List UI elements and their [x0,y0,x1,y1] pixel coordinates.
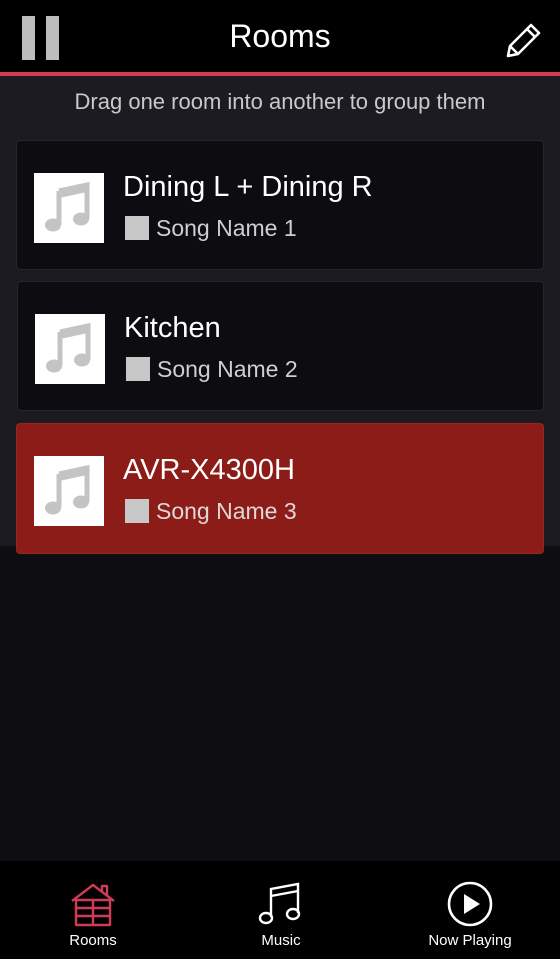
pencil-icon [506,23,541,58]
header-bar: Rooms [0,0,560,72]
room-card[interactable]: Dining L + Dining R Song Name 1 [16,140,544,270]
nav-label: Rooms [69,932,117,949]
song-name: Song Name 2 [157,356,298,382]
album-art [34,456,104,526]
stop-icon[interactable] [126,357,150,381]
stop-icon[interactable] [125,216,149,240]
room-name: AVR-X4300H [123,454,295,486]
room-card-selected[interactable]: AVR-X4300H Song Name 3 [16,423,544,554]
bottom-nav: Rooms Music Now Playing [0,861,560,959]
song-name: Song Name 3 [156,498,297,524]
room-name: Kitchen [124,312,221,344]
house-icon [71,883,115,927]
nav-tab-music[interactable]: Music [211,861,351,959]
app-screen: Rooms Drag one room into another to grou… [0,0,560,959]
stop-icon[interactable] [125,499,149,523]
music-note-icon [45,181,90,232]
room-card[interactable]: Kitchen Song Name 2 [17,281,544,411]
nav-label: Now Playing [428,932,512,949]
now-playing-row: Song Name 3 [125,498,297,524]
pause-icon-right-bar [46,16,59,60]
now-playing-row: Song Name 2 [126,356,298,382]
pause-icon-left-bar [22,16,35,60]
music-notes-icon [258,882,301,925]
album-art [35,314,105,384]
pause-button[interactable] [22,16,60,60]
nav-label: Music [261,932,301,949]
group-hint-text: Drag one room into another to group them [0,76,560,128]
nav-tab-rooms[interactable]: Rooms [23,861,163,959]
room-name: Dining L + Dining R [123,171,373,203]
music-note-icon [45,464,90,515]
nav-tab-now-playing[interactable]: Now Playing [400,861,540,959]
album-art [34,173,104,243]
song-name: Song Name 1 [156,215,297,241]
play-circle-icon [447,881,493,927]
edit-button[interactable] [500,18,546,64]
page-title: Rooms [229,18,331,54]
now-playing-row: Song Name 1 [125,215,297,241]
music-note-icon [46,322,91,373]
